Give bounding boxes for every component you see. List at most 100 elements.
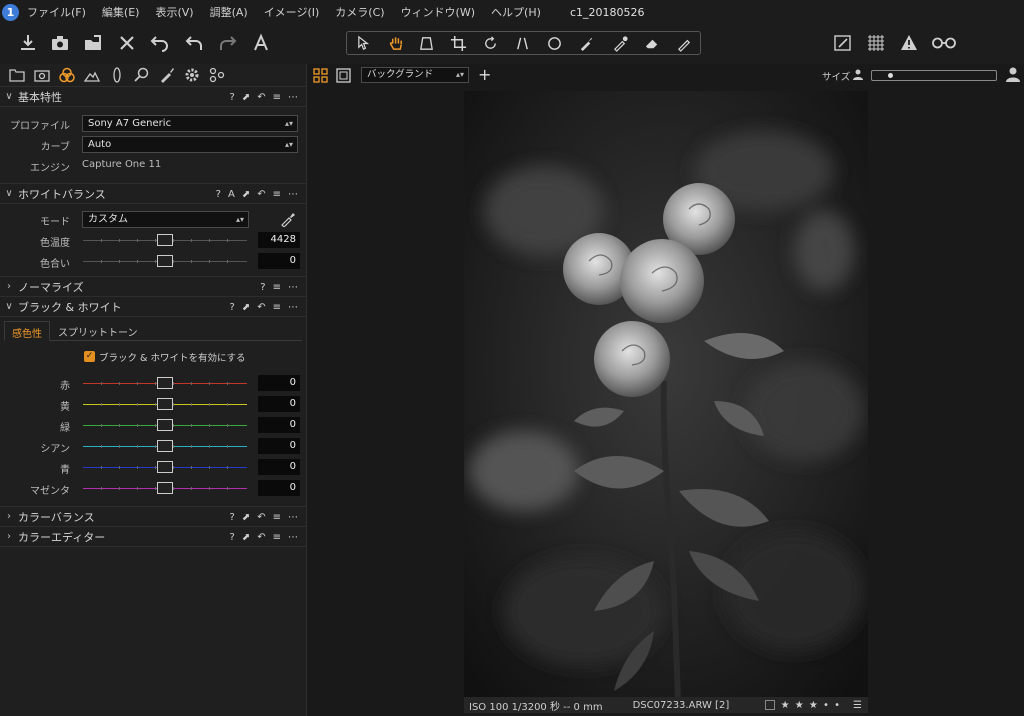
copy-adjust-icon[interactable]: ⬈ [242, 302, 250, 313]
tab-split-tone[interactable]: スプリットトーン [58, 324, 138, 339]
help-icon[interactable]: ? [230, 92, 235, 103]
copy-adjust-icon[interactable]: ⬈ [242, 92, 250, 103]
channel-value[interactable]: 0 [258, 375, 300, 391]
grid-icon[interactable] [862, 30, 890, 56]
channel-value[interactable]: 0 [258, 396, 300, 412]
exposure-warning-icon[interactable] [895, 30, 923, 56]
channel-slider-knob[interactable] [157, 377, 173, 389]
capture-tab-icon[interactable] [29, 64, 54, 86]
copy-adjust-icon[interactable]: ⬈ [242, 532, 250, 543]
grid-view-icon[interactable] [313, 68, 328, 86]
exposure-tab-icon[interactable] [79, 64, 104, 86]
menu-image[interactable]: イメージ(I) [264, 4, 320, 20]
gradient-mask-icon[interactable] [669, 33, 699, 53]
menu-icon[interactable]: ≡ [273, 532, 281, 543]
help-icon[interactable]: ? [230, 302, 235, 313]
temperature-slider-knob[interactable] [157, 234, 173, 246]
details-tab-icon[interactable] [129, 64, 154, 86]
star-rating[interactable]: ★ ★ ★ • • [781, 700, 841, 711]
spot-removal-icon[interactable] [539, 33, 569, 53]
menu-window[interactable]: ウィンドウ(W) [401, 4, 475, 20]
menu-icon[interactable]: ≡ [273, 302, 281, 313]
menu-icon[interactable]: ≡ [273, 512, 281, 523]
size-slider-knob[interactable] [888, 73, 893, 78]
keystone-icon[interactable] [411, 33, 441, 53]
more-icon[interactable]: ⋯ [288, 512, 298, 523]
profile-select[interactable]: Sony A7 Generic ▴▾ [82, 115, 298, 132]
proof-glasses-icon[interactable] [929, 30, 959, 56]
local-adjust-tab-icon[interactable] [154, 64, 179, 86]
background-select[interactable]: バックグランド ▴▾ [361, 67, 469, 83]
channel-slider-knob[interactable] [157, 419, 173, 431]
menu-icon[interactable]: ≡ [273, 92, 281, 103]
menu-adjust[interactable]: 調整(A) [210, 4, 248, 20]
normalize-header[interactable]: › ノーマライズ ? ≡ ⋯ [0, 277, 306, 297]
eraser-icon[interactable] [637, 33, 667, 53]
temperature-value[interactable]: 4428 [258, 232, 300, 248]
wb-mode-select[interactable]: カスタム ▴▾ [82, 211, 249, 228]
curve-select[interactable]: Auto ▴▾ [82, 136, 298, 153]
info-icon[interactable]: ☰ [853, 700, 862, 711]
delete-icon[interactable] [113, 30, 141, 56]
color-balance-header[interactable]: › カラーバランス ? ⬈ ↶ ≡ ⋯ [0, 507, 306, 527]
menu-file[interactable]: ファイル(F) [27, 4, 86, 20]
channel-value[interactable]: 0 [258, 438, 300, 454]
settings-tab-icon[interactable] [179, 64, 204, 86]
select-cursor-icon[interactable] [349, 33, 379, 53]
help-icon[interactable]: ? [230, 512, 235, 523]
reset-icon[interactable]: ↶ [257, 532, 265, 543]
channel-value[interactable]: 0 [258, 417, 300, 433]
color-tab-icon[interactable] [54, 64, 79, 86]
channel-value[interactable]: 0 [258, 480, 300, 496]
menu-help[interactable]: ヘルプ(H) [491, 4, 541, 20]
photo-preview[interactable] [464, 91, 868, 699]
basic-characteristics-header[interactable]: ∨ 基本特性 ? ⬈ ↶ ≡ ⋯ [0, 87, 306, 107]
menu-icon[interactable]: ≡ [273, 189, 281, 200]
tab-sensitivity[interactable]: 感色性 [4, 321, 50, 341]
add-icon[interactable]: + [478, 65, 491, 84]
color-tag-box[interactable] [764, 700, 775, 710]
pan-hand-icon[interactable] [381, 33, 411, 53]
tint-value[interactable]: 0 [258, 253, 300, 269]
lens-tab-icon[interactable] [104, 64, 129, 86]
tint-slider-knob[interactable] [157, 255, 173, 267]
library-tab-icon[interactable] [4, 64, 29, 86]
color-editor-header[interactable]: › カラーエディター ? ⬈ ↶ ≡ ⋯ [0, 527, 306, 547]
black-white-header[interactable]: ∨ ブラック & ホワイト ? ⬈ ↶ ≡ ⋯ [0, 297, 306, 317]
more-icon[interactable]: ⋯ [288, 189, 298, 200]
export-icon[interactable] [79, 30, 107, 56]
channel-value[interactable]: 0 [258, 459, 300, 475]
copy-adjust-icon[interactable]: ⬈ [242, 189, 250, 200]
auto-adjust-icon[interactable] [248, 30, 276, 56]
help-icon[interactable]: ? [230, 532, 235, 543]
auto-icon[interactable]: A [228, 189, 235, 200]
import-icon[interactable] [14, 30, 42, 56]
eyedropper-icon[interactable] [280, 211, 296, 230]
menu-icon[interactable]: ≡ [273, 282, 281, 293]
menu-view[interactable]: 表示(V) [155, 4, 193, 20]
lens-correction-icon[interactable] [507, 33, 537, 53]
reset-icon[interactable]: ↶ [257, 92, 265, 103]
edit-icon[interactable] [829, 30, 857, 56]
channel-slider-knob[interactable] [157, 482, 173, 494]
undo-all-icon[interactable] [146, 30, 174, 56]
more-icon[interactable]: ⋯ [288, 282, 298, 293]
redo-icon[interactable] [214, 30, 242, 56]
color-picker-icon[interactable] [605, 33, 635, 53]
help-icon[interactable]: ? [260, 282, 265, 293]
brush-icon[interactable] [571, 33, 601, 53]
menu-camera[interactable]: カメラ(C) [335, 4, 384, 20]
more-icon[interactable]: ⋯ [288, 302, 298, 313]
reset-icon[interactable]: ↶ [257, 189, 265, 200]
channel-slider-knob[interactable] [157, 440, 173, 452]
bw-enable-checkbox[interactable]: ✓ [84, 351, 95, 362]
rotate-icon[interactable] [475, 33, 505, 53]
channel-slider-knob[interactable] [157, 398, 173, 410]
more-icon[interactable]: ⋯ [288, 92, 298, 103]
batch-tab-icon[interactable] [204, 64, 229, 86]
size-slider[interactable] [871, 70, 997, 81]
undo-icon[interactable] [180, 30, 208, 56]
help-icon[interactable]: ? [216, 189, 221, 200]
menu-edit[interactable]: 編集(E) [102, 4, 140, 20]
crop-icon[interactable] [443, 33, 473, 53]
